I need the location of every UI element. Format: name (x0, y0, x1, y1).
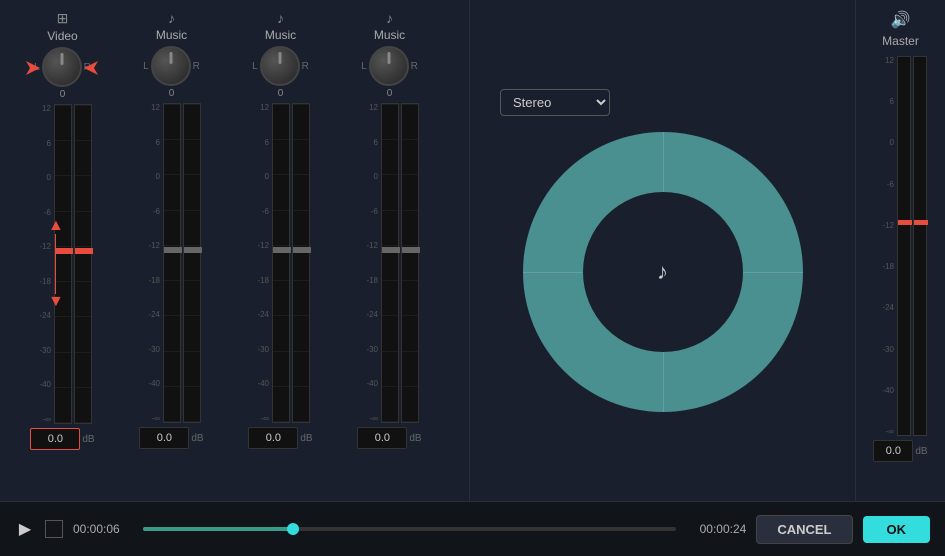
music2-fader-handle[interactable] (273, 247, 291, 253)
master-scale: 12 6 0 -6 -12 -18 -24 -30 -40 -∞ (874, 56, 894, 436)
music1-r-label: R (193, 61, 200, 72)
music1-fader-handle[interactable] (164, 247, 182, 253)
master-fader-handle-right[interactable] (914, 220, 928, 225)
music2-fader-track[interactable] (272, 103, 290, 423)
timeline-thumb[interactable] (287, 523, 299, 535)
music2-knob-container: L R (252, 46, 309, 86)
music3-l-label: L (361, 61, 367, 72)
video-fader-handle-2[interactable] (75, 248, 93, 254)
channel-music2: ♪ Music L R 0 1260 -6-12-18 -24-30-40-∞ (228, 10, 333, 491)
bottom-bar: ▶ 00:00:06 00:00:24 CANCEL OK (0, 501, 945, 556)
music1-fader-track[interactable] (163, 103, 181, 423)
time-start: 00:00:06 (73, 522, 133, 536)
time-end: 00:00:24 (686, 522, 746, 536)
timeline-bar[interactable] (143, 527, 676, 531)
music2-r-label: R (302, 61, 309, 72)
music2-l-label: L (252, 61, 258, 72)
master-meters (897, 56, 927, 436)
master-fader-area: 12 6 0 -6 -12 -18 -24 -30 -40 -∞ (874, 56, 927, 436)
music1-knob-container: L R (143, 46, 200, 86)
music3-icon: ♪ (386, 10, 393, 26)
music2-db-label: dB (300, 433, 312, 444)
video-knob[interactable] (42, 47, 82, 87)
master-label: Master (882, 34, 919, 48)
music3-fader-handle-2[interactable] (402, 247, 420, 253)
video-db-row: dB (30, 428, 94, 450)
channel-music1: ♪ Music L R 0 1260 -6-12-18 -24-30-40-∞ (119, 10, 224, 491)
music3-r-label: R (411, 61, 418, 72)
music2-fader-handle-2[interactable] (293, 247, 311, 253)
channel-video-knob-value: 0 (60, 89, 66, 100)
music1-fader-handle-2[interactable] (184, 247, 202, 253)
outer-ring: ♪ (523, 132, 803, 412)
stereo-dropdown[interactable]: Stereo Mono Left Right (500, 89, 610, 116)
music3-db-row: dB (357, 427, 421, 449)
music3-fader-handle[interactable] (382, 247, 400, 253)
stereo-dropdown-container: Stereo Mono Left Right (490, 89, 835, 116)
stop-button[interactable] (45, 520, 63, 538)
music1-knob[interactable] (151, 46, 191, 86)
circular-visualizer: ♪ (523, 132, 803, 412)
music1-l-label: L (143, 61, 149, 72)
video-fader-track-2[interactable] (74, 104, 92, 424)
knob-arrow-left-icon (26, 61, 40, 75)
mixer-panel: ⊞ Video L R 0 12 (0, 0, 470, 501)
play-button[interactable]: ▶ (15, 519, 35, 539)
master-panel: 🔊 Master 12 6 0 -6 -12 -18 -24 -30 -40 -… (855, 0, 945, 501)
music3-fader-scale: 1260 -6-12-18 -24-30-40-∞ (360, 103, 378, 423)
inner-circle: ♪ (583, 192, 743, 352)
speaker-icon: 🔊 (891, 10, 911, 30)
music-center-icon: ♪ (657, 259, 668, 285)
music1-db-row: dB (139, 427, 203, 449)
timeline-progress (143, 527, 292, 531)
cancel-button[interactable]: CANCEL (756, 515, 852, 544)
video-db-label: dB (82, 434, 94, 445)
master-meter-right[interactable] (913, 56, 927, 436)
music2-fader-scale: 1260 -6-12-18 -24-30-40-∞ (251, 103, 269, 423)
music1-icon: ♪ (168, 10, 175, 26)
music1-db-input[interactable] (139, 427, 189, 449)
music3-db-input[interactable] (357, 427, 407, 449)
music2-knob[interactable] (260, 46, 300, 86)
master-db-row: dB (873, 440, 927, 462)
master-fader-handle-left[interactable] (898, 220, 912, 225)
channel-music1-label: Music (156, 28, 187, 42)
music3-knob[interactable] (369, 46, 409, 86)
music2-db-row: dB (248, 427, 312, 449)
knob-arrow-right-icon (84, 61, 98, 75)
ok-button[interactable]: OK (863, 516, 931, 543)
channel-music3: ♪ Music L R 0 1260 -6-12-18 -24-30-40-∞ (337, 10, 442, 491)
music3-fader-track[interactable] (381, 103, 399, 423)
center-panel: Stereo Mono Left Right ♪ (470, 0, 855, 501)
music2-db-input[interactable] (248, 427, 298, 449)
music1-fader-track-2[interactable] (183, 103, 201, 423)
channel-video: ⊞ Video L R 0 12 (10, 10, 115, 491)
music3-fader-track-2[interactable] (401, 103, 419, 423)
master-db-label: dB (915, 446, 927, 457)
channel-music3-knob-value: 0 (387, 88, 393, 99)
music1-fader-scale: 1260 -6-12-18 -24-30-40-∞ (142, 103, 160, 423)
music3-knob-container: L R (361, 46, 418, 86)
master-meter-left[interactable] (897, 56, 911, 436)
music1-db-label: dB (191, 433, 203, 444)
channel-video-label: Video (47, 29, 77, 43)
video-icon: ⊞ (57, 10, 69, 27)
channel-music3-label: Music (374, 28, 405, 42)
channel-music2-label: Music (265, 28, 296, 42)
master-db-input[interactable] (873, 440, 913, 462)
video-knob-container: L R (34, 47, 91, 87)
video-db-input[interactable] (30, 428, 80, 450)
music2-fader-track-2[interactable] (292, 103, 310, 423)
music2-icon: ♪ (277, 10, 284, 26)
channel-music1-knob-value: 0 (169, 88, 175, 99)
music3-db-label: dB (409, 433, 421, 444)
fader-arrow-indicator: ▲ ▼ (48, 218, 64, 310)
channel-music2-knob-value: 0 (278, 88, 284, 99)
